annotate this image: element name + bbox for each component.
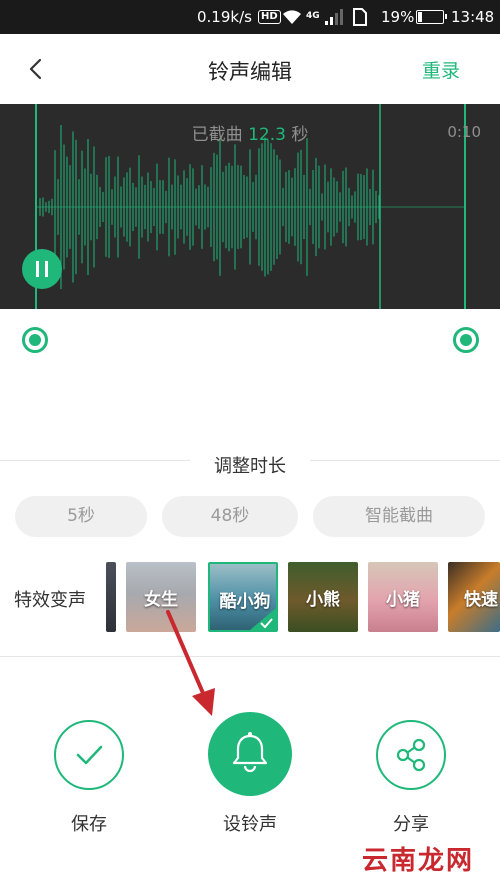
effect-label: 小猪 (386, 590, 420, 610)
redo-button[interactable]: 重录 (422, 56, 460, 83)
app-header: 铃声编辑 重录 (0, 34, 500, 104)
share-button[interactable]: 分享 (366, 712, 456, 842)
trim-end-handle[interactable] (453, 327, 479, 353)
effect-item-partial[interactable] (106, 562, 116, 632)
end-time: 0:10 (447, 123, 481, 141)
waveform-panel[interactable]: 已截曲 12.3 秒 0:10 (0, 104, 500, 309)
share-label: 分享 (393, 814, 429, 835)
watermark: 云南龙网 (361, 846, 474, 876)
network-speed: 0.19k/s (197, 8, 252, 26)
effect-item-fast[interactable]: 快速 (448, 562, 500, 632)
battery-percent: 19% (381, 8, 415, 26)
share-circle (376, 720, 446, 790)
save-button[interactable]: 保存 (44, 712, 134, 842)
effect-label: 快速 (464, 590, 498, 610)
clock: 13:48 (451, 8, 495, 26)
battery-icon (416, 10, 447, 24)
check-icon (250, 608, 276, 630)
signal-icon (325, 9, 343, 25)
ringtone-circle (208, 712, 292, 796)
effect-item-pig[interactable]: 小猪 (368, 562, 438, 632)
bell-icon (232, 732, 268, 773)
network-type: 4G (306, 11, 320, 21)
ringtone-label: 设铃声 (223, 814, 277, 835)
hd-badge: HD (258, 10, 281, 24)
clip-length-label: 已截曲 (191, 125, 243, 145)
status-bar: 0.19k/s HD 4G 19% 13:48 (0, 0, 500, 34)
divider (0, 656, 500, 657)
clip-length-unit: 秒 (291, 125, 309, 145)
clip-length: 已截曲 12.3 秒 (0, 120, 500, 145)
effect-item-female[interactable]: 女生 (126, 562, 196, 632)
clip-length-value: 12.3 (248, 125, 286, 145)
save-circle (54, 720, 124, 790)
wifi-icon (283, 10, 301, 24)
checkmark-icon (76, 745, 103, 765)
duration-title: 调整时长 (190, 452, 310, 478)
share-icon (396, 738, 426, 772)
effect-label: 小熊 (306, 590, 340, 610)
smart-clip-button[interactable]: 智能截曲 (313, 496, 485, 537)
effect-label: 女生 (144, 590, 178, 610)
save-label: 保存 (71, 814, 107, 835)
effect-item-cool-dog[interactable]: 酷小狗 (208, 562, 278, 632)
trim-start-handle[interactable] (22, 327, 48, 353)
pause-icon (36, 261, 48, 277)
duration-option-5s[interactable]: 5秒 (15, 496, 147, 537)
effect-item-bear[interactable]: 小熊 (288, 562, 358, 632)
effects-label: 特效变声 (14, 590, 86, 611)
set-ringtone-button[interactable]: 设铃声 (200, 712, 300, 842)
pause-button[interactable] (22, 249, 62, 289)
sim-icon (353, 8, 367, 26)
duration-option-48s[interactable]: 48秒 (162, 496, 298, 537)
